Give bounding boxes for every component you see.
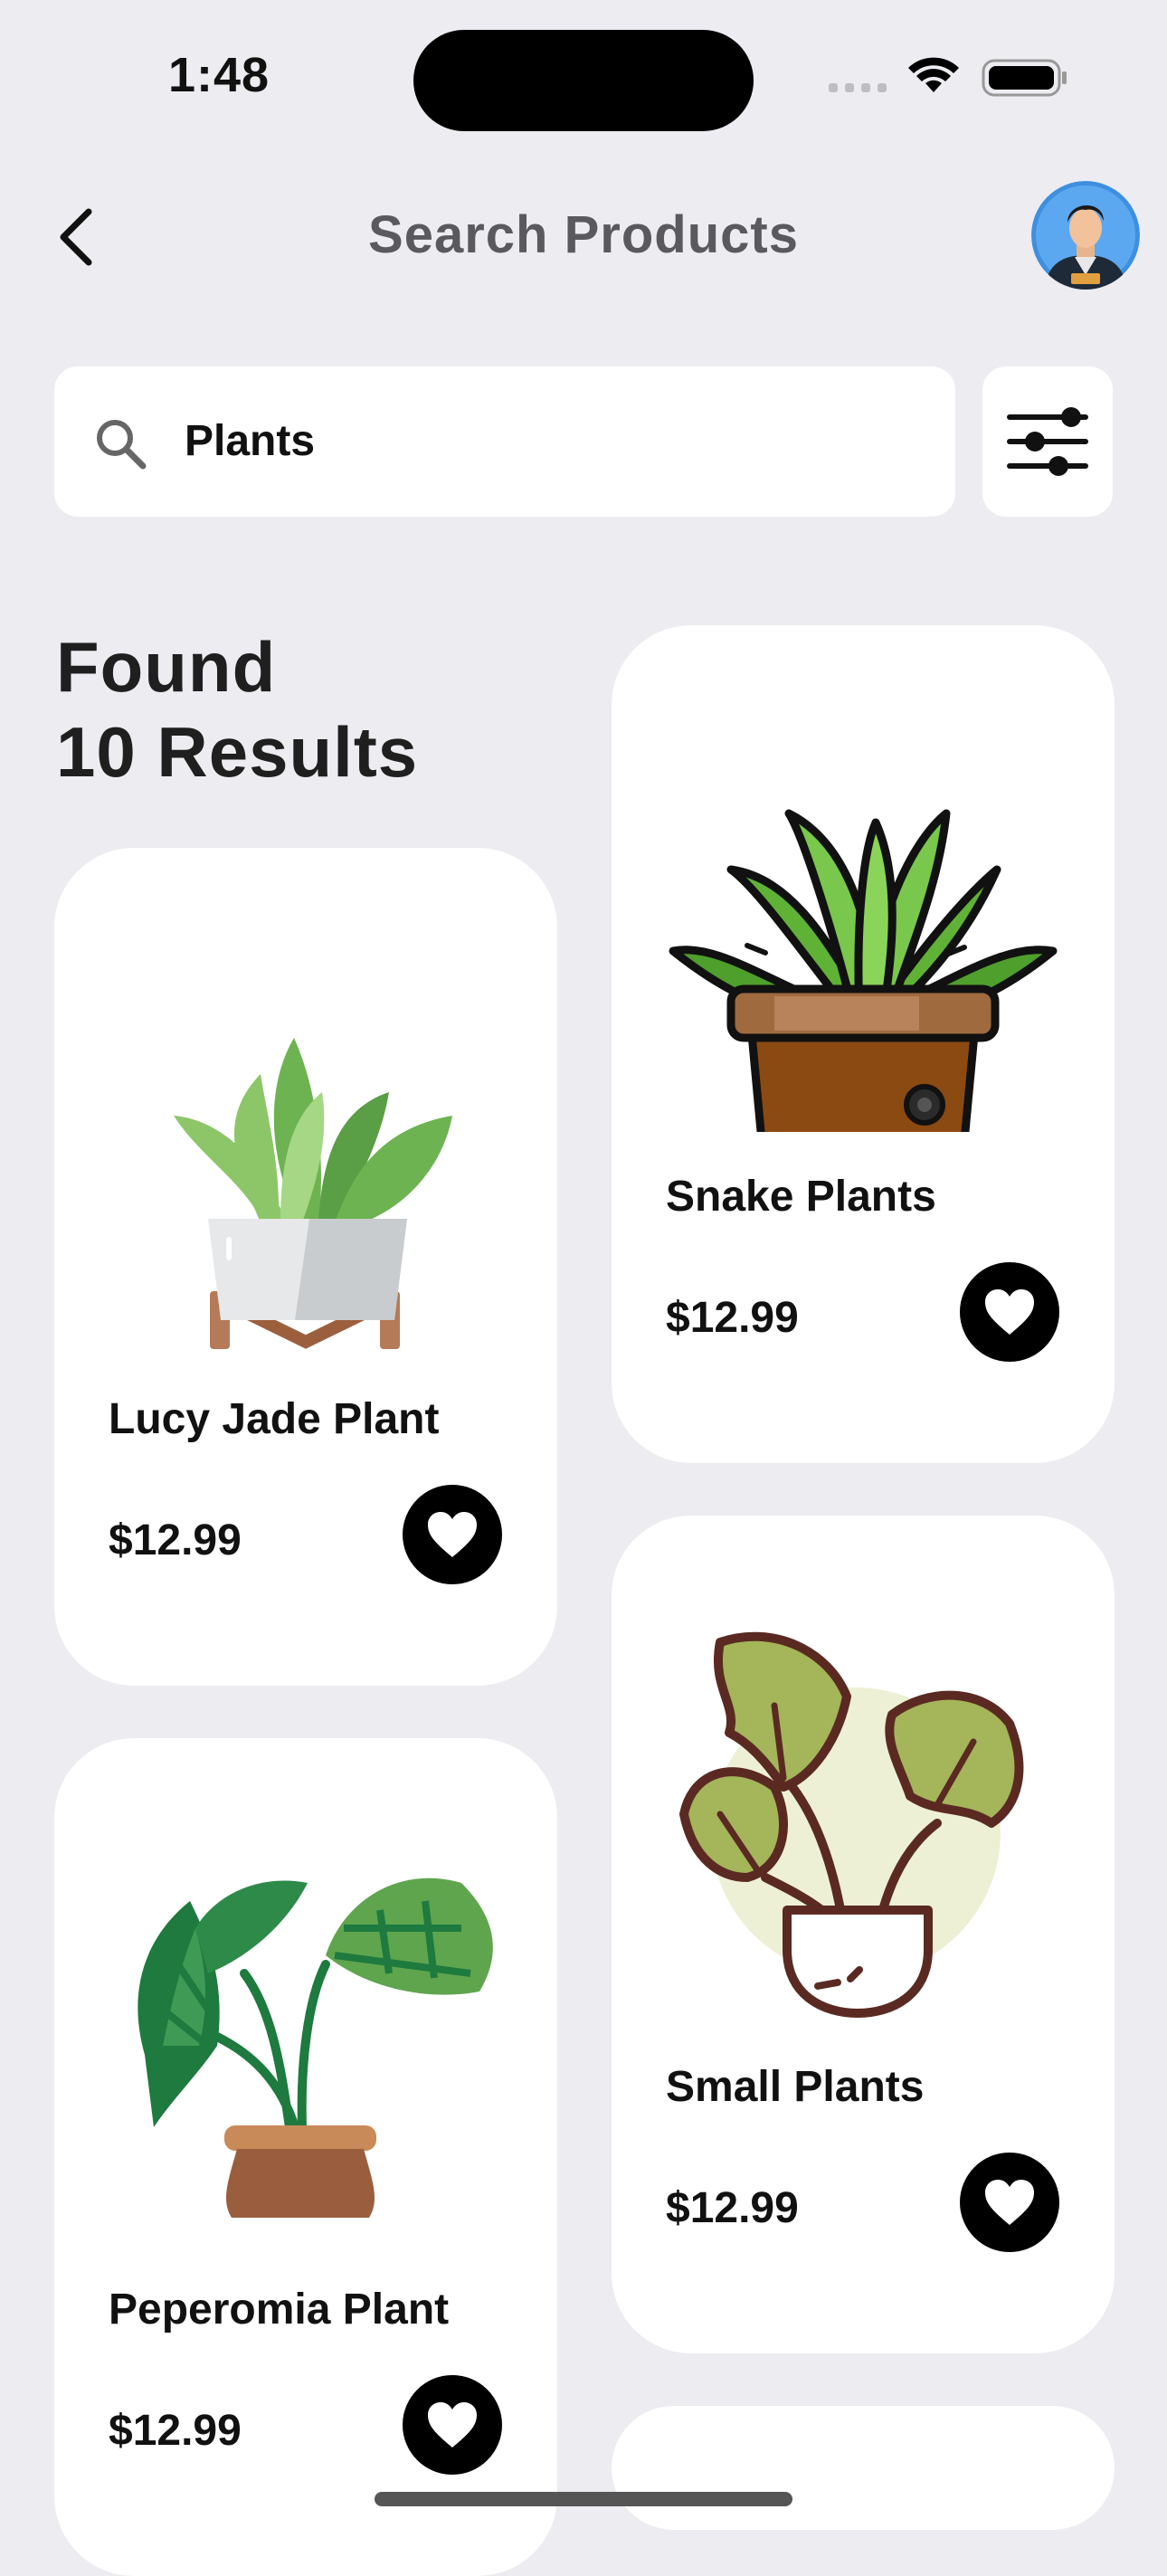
product-name: Small Plants [666, 2063, 925, 2111]
dynamic-island [413, 30, 754, 131]
snake-plant-icon [669, 809, 1058, 1132]
product-price: $12.99 [109, 1516, 242, 1564]
search-icon [97, 420, 147, 470]
status-time: 1:48 [168, 48, 270, 102]
product-card[interactable]: Peperomia Plant $12.99 [54, 1738, 557, 2576]
search-input[interactable] [185, 403, 908, 479]
heart-icon [985, 2180, 1034, 2225]
alocasia-plant-icon [138, 1877, 493, 2218]
sliders-icon [1007, 407, 1088, 476]
heart-icon [985, 1289, 1034, 1335]
product-card[interactable]: Lucy Jade Plant $12.99 [54, 848, 557, 1686]
product-card-partial[interactable] [612, 2406, 1115, 2530]
status-icons [825, 56, 1069, 101]
product-name: Snake Plants [666, 1173, 936, 1221]
heart-icon [428, 1512, 477, 1557]
battery-icon [982, 59, 1067, 97]
product-name: Lucy Jade Plant [109, 1395, 440, 1443]
home-indicator [375, 2492, 792, 2506]
results-count: 10 Results [56, 712, 419, 792]
product-card[interactable]: Snake Plants $12.99 [612, 625, 1115, 1463]
page-title: Search Products [368, 205, 799, 264]
favorite-button[interactable] [960, 2153, 1059, 2252]
monstera-plant-icon [679, 1631, 1024, 2018]
favorite-button[interactable] [403, 1485, 502, 1584]
potted-plant-icon [174, 1038, 452, 1349]
favorite-button[interactable] [960, 1262, 1059, 1362]
results-line-found: Found [56, 627, 277, 707]
product-price: $12.99 [666, 1294, 799, 1342]
favorite-button[interactable] [403, 2375, 502, 2475]
product-name: Peperomia Plant [109, 2286, 450, 2334]
wifi-icon [908, 57, 959, 92]
results-heading: Found 10 Results [56, 624, 418, 794]
cellular-signal-icon [829, 83, 887, 92]
product-price: $12.99 [666, 2184, 799, 2232]
search-bar[interactable] [54, 366, 955, 517]
product-card[interactable]: Small Plants $12.99 [612, 1516, 1115, 2353]
filter-button[interactable] [982, 366, 1113, 517]
product-price: $12.99 [109, 2407, 242, 2455]
avatar[interactable] [1031, 181, 1140, 290]
heart-icon [428, 2402, 477, 2448]
